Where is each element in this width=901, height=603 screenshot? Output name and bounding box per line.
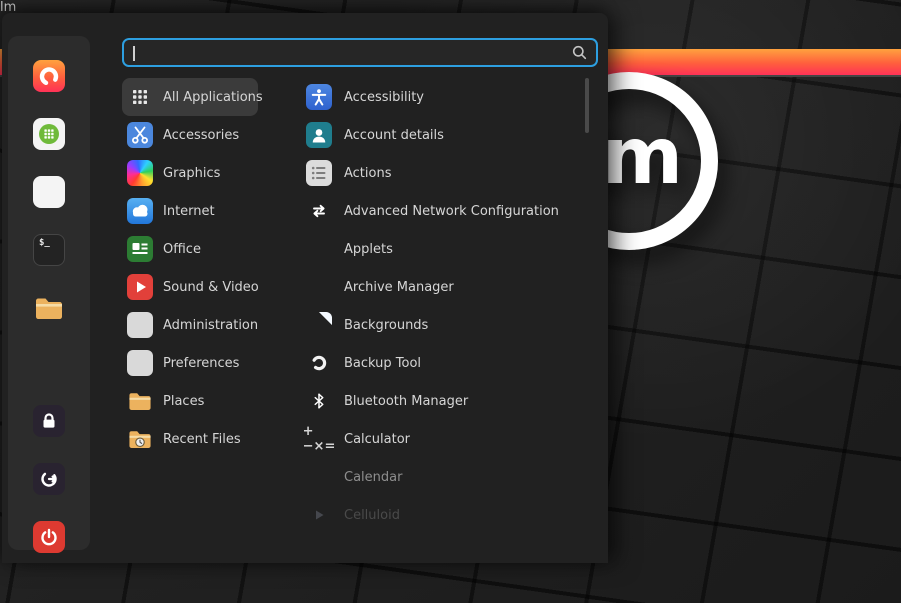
app-label: Account details: [344, 128, 444, 143]
category-graphics[interactable]: Graphics: [122, 154, 258, 192]
lock-screen-button[interactable]: [33, 405, 65, 437]
app-advanced-network-configuration[interactable]: Advanced Network Configuration: [304, 192, 589, 230]
category-label: Places: [163, 394, 204, 409]
app-actions[interactable]: Actions: [304, 154, 589, 192]
app-label: Archive Manager: [344, 280, 454, 295]
category-preferences[interactable]: Preferences: [122, 344, 258, 382]
app-label: Accessibility: [344, 90, 424, 105]
archive-box-icon: [306, 274, 332, 300]
app-backup-tool[interactable]: Backup Tool: [304, 344, 589, 382]
category-label: Internet: [163, 204, 215, 219]
log-out-button[interactable]: [33, 463, 65, 495]
app-label: Actions: [344, 166, 392, 181]
desktop: lm: [0, 0, 901, 603]
category-label: Accessories: [163, 128, 239, 143]
favorite-software-manager-button[interactable]: [33, 118, 65, 150]
categories-list: All Applications Accessories Graphics: [122, 78, 258, 458]
terminal-prompt-glyph: $_: [39, 238, 50, 248]
shut-down-button[interactable]: [33, 521, 65, 553]
app-label: Backup Tool: [344, 356, 421, 371]
firefox-icon: [33, 60, 65, 92]
app-label: Calculator: [344, 432, 410, 447]
favorite-terminal-button[interactable]: $_: [33, 234, 65, 266]
ring-arc-icon: [306, 350, 332, 376]
apps-scrollbar[interactable]: [585, 78, 589, 133]
app-label: Applets: [344, 242, 393, 257]
accessibility-person-icon: [306, 84, 332, 110]
all-applications-grid-icon: [127, 84, 153, 110]
favorite-firefox-button[interactable]: [33, 60, 65, 92]
swap-arrows-icon: [306, 198, 332, 224]
cloud-icon: [127, 198, 153, 224]
favorite-files-button[interactable]: [33, 292, 65, 324]
favorite-system-settings-button[interactable]: [33, 176, 65, 208]
document-icon: [127, 236, 153, 262]
rainbow-icon: [127, 160, 153, 186]
category-label: Graphics: [163, 166, 220, 181]
category-label: Administration: [163, 318, 258, 333]
category-office[interactable]: Office: [122, 230, 258, 268]
scissors-icon: [127, 122, 153, 148]
logout-arrow-icon: [33, 463, 65, 495]
app-calculator[interactable]: +−×= Calculator: [304, 420, 589, 458]
app-backgrounds[interactable]: Backgrounds: [304, 306, 589, 344]
category-sound-video[interactable]: Sound & Video: [122, 268, 258, 306]
bluetooth-icon: [306, 388, 332, 414]
search-bar[interactable]: [122, 38, 598, 67]
app-label: Calendar: [344, 470, 402, 485]
padlock-icon: [33, 405, 65, 437]
play-icon: [127, 274, 153, 300]
folder-clock-icon: [127, 426, 153, 452]
search-icon: [572, 45, 587, 60]
app-account-details[interactable]: Account details: [304, 116, 589, 154]
category-label: Office: [163, 242, 201, 257]
category-label: Sound & Video: [163, 280, 259, 295]
app-label: Advanced Network Configuration: [344, 204, 559, 219]
app-celluloid[interactable]: Celluloid: [304, 496, 589, 534]
category-all-applications[interactable]: All Applications: [122, 78, 258, 116]
play-dark-icon: [306, 502, 332, 528]
category-label: Recent Files: [163, 432, 241, 447]
app-applets[interactable]: Applets: [304, 230, 589, 268]
power-icon: [33, 521, 65, 553]
category-accessories[interactable]: Accessories: [122, 116, 258, 154]
favorites-sidebar: $_: [8, 36, 90, 550]
category-label: All Applications: [163, 90, 263, 105]
list-icon: [306, 160, 332, 186]
user-bust-icon: [306, 122, 332, 148]
app-label: Celluloid: [344, 508, 400, 523]
panel-applet-icon: [306, 236, 332, 262]
toggles-icon: [33, 176, 65, 208]
search-input[interactable]: [124, 40, 572, 65]
toggles-gray-icon: [127, 312, 153, 338]
app-archive-manager[interactable]: Archive Manager: [304, 268, 589, 306]
green-app-grid-icon: [33, 118, 65, 150]
app-label: Bluetooth Manager: [344, 394, 468, 409]
category-recent-files[interactable]: Recent Files: [122, 420, 258, 458]
applications-list: Accessibility Account details Act: [304, 78, 589, 534]
folded-page-icon: [306, 312, 332, 338]
app-accessibility[interactable]: Accessibility: [304, 78, 589, 116]
app-label: Backgrounds: [344, 318, 428, 333]
category-places[interactable]: Places: [122, 382, 258, 420]
toggles-green-icon: [127, 350, 153, 376]
category-administration[interactable]: Administration: [122, 306, 258, 344]
folder-icon: [33, 292, 65, 324]
folder-icon: [127, 388, 153, 414]
text-cursor: [133, 46, 135, 61]
terminal-icon: $_: [33, 234, 65, 266]
app-bluetooth-manager[interactable]: Bluetooth Manager: [304, 382, 589, 420]
calculator-grid-icon: +−×=: [306, 426, 332, 452]
category-internet[interactable]: Internet: [122, 192, 258, 230]
calendar-icon: [306, 464, 332, 490]
mint-menu-popup: $_: [2, 13, 608, 563]
app-calendar[interactable]: Calendar: [304, 458, 589, 496]
category-label: Preferences: [163, 356, 239, 371]
